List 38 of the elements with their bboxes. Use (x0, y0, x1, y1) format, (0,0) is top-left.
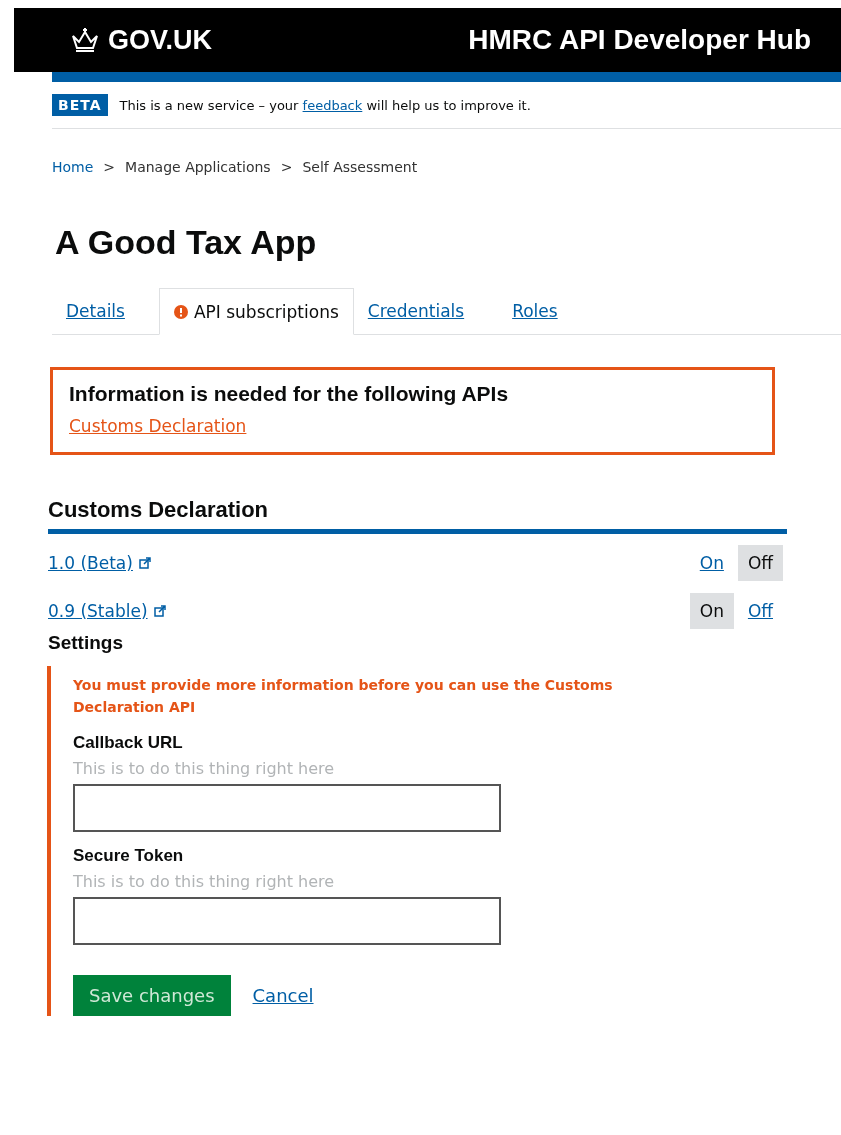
feedback-link[interactable]: feedback (302, 97, 363, 113)
input-field[interactable] (73, 896, 501, 945)
cancel-link[interactable]: Cancel (252, 984, 314, 1006)
tab[interactable]: Details (52, 288, 139, 334)
site-logo[interactable]: GOV.UK (108, 24, 213, 56)
breadcrumb-separator: > (280, 159, 293, 175)
tab[interactable]: API subscriptions (158, 288, 354, 335)
error-link[interactable]: Customs Declaration (69, 416, 247, 436)
input-field[interactable] (73, 783, 501, 832)
toggle-button[interactable]: On (689, 545, 734, 581)
tab[interactable]: Roles (498, 288, 572, 334)
toggle-button[interactable]: On (689, 593, 734, 629)
toggle-button[interactable]: Off (737, 545, 783, 581)
breadcrumb-separator: > (103, 159, 116, 175)
api-heading: Customs Declaration (48, 497, 787, 534)
error-message: You must provide more information before you can use the Customs Declaration API (73, 676, 614, 718)
breadcrumb-item: Self Assessment (302, 159, 418, 175)
settings-heading: Settings (48, 632, 124, 654)
version-link[interactable]: 0.9 (Stable) (48, 601, 166, 621)
error-summary-title: Information is needed for the following APIs (69, 382, 510, 406)
field-label: Secure Token (73, 845, 185, 866)
service-title: HMRC API Developer Hub (468, 24, 811, 56)
version-link[interactable]: 1.0 (Beta) (48, 553, 151, 573)
field-hint: This is to do this thing right here (73, 871, 336, 891)
phase-tag: BETA (52, 94, 108, 116)
external-link-icon (138, 557, 151, 569)
save-button[interactable]: Save changes (73, 974, 231, 1016)
breadcrumb-link[interactable]: Home (52, 159, 94, 175)
toggle-button[interactable]: Off (737, 593, 783, 629)
beta-message: This is a new service – your feedback will help us to improve it. (119, 97, 531, 113)
breadcrumb-item: Manage Applications (125, 159, 271, 175)
crown-icon (70, 27, 100, 53)
page-title: A Good Tax App (55, 223, 318, 262)
external-link-icon (153, 605, 166, 617)
tab[interactable]: Credentials (353, 288, 479, 334)
field-hint: This is to do this thing right here (73, 758, 336, 778)
field-label: Callback URL (73, 732, 184, 753)
warning-icon (173, 304, 188, 319)
